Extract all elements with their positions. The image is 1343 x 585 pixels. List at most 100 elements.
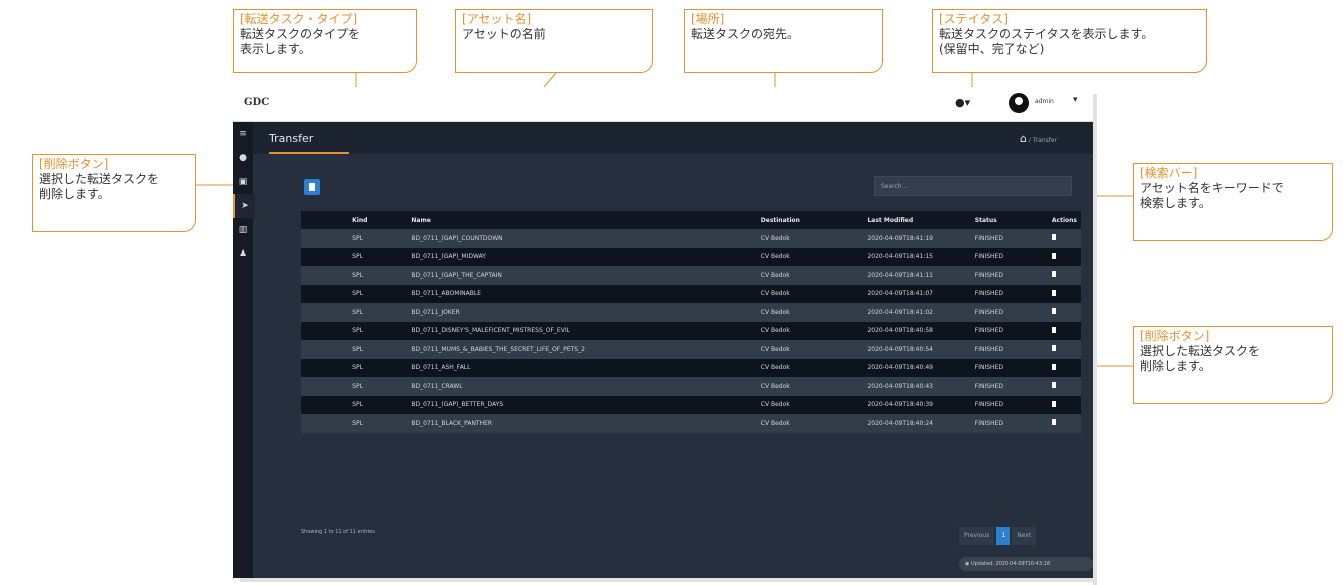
callout-status: [ステイタス] 転送タスクのステイタスを表示します。 (保留中、完了など) (932, 9, 1207, 73)
clock-icon[interactable]: ● (233, 146, 253, 170)
table-row[interactable]: SPL BD_0711_BLACK_PANTHER CV Bedok 2020-04-… (301, 414, 1081, 433)
cell-last-modified: 2020-04-09T18:40:24 (863, 414, 971, 433)
cell-destination: CV Bedok (756, 266, 864, 285)
cell-actions (1047, 340, 1081, 359)
table-header-row: Kind Name Destination Last Modified Stat… (301, 211, 1081, 229)
cell-name: BD_0711_JOKER (407, 303, 757, 322)
table-row[interactable]: SPL BD_0711_CRAWL CV Bedok 2020-04-09T18:40… (301, 377, 1081, 396)
cell-actions (1047, 321, 1081, 340)
trash-icon[interactable] (1051, 234, 1056, 241)
table-row[interactable]: SPL BD_0711_(GAP)_THE_CAPTAIN CV Bedok 2020… (301, 266, 1081, 285)
callout-delete-right-title: [削除ボタン] (1140, 329, 1210, 343)
building-icon[interactable]: ▥ (233, 218, 253, 242)
cell-last-modified: 2020-04-09T18:40:39 (863, 395, 971, 414)
cell-status: FINISHED (970, 284, 1048, 303)
cell-kind: SPL (348, 321, 408, 340)
callout-kind: [転送タスク・タイプ] 転送タスクのタイプを 表示します。 (233, 9, 417, 73)
cell-kind: SPL (348, 377, 408, 396)
user-icon[interactable]: ♟ (233, 242, 253, 266)
cell-destination: CV Bedok (756, 284, 864, 303)
cell-name: BD_0711_DISNEY'S_MALEFICENT_MISTRESS_OF_… (407, 321, 757, 340)
trash-icon[interactable] (1051, 252, 1056, 259)
cell-kind: SPL (348, 303, 408, 322)
sidebar: ≡ ● ▣ ➤ ▥ ♟ (233, 122, 255, 578)
cell-actions (1047, 229, 1081, 248)
title-underline (269, 152, 349, 154)
cell-destination: CV Bedok (756, 303, 864, 322)
pagination: Previous 1 Next (959, 527, 1038, 545)
cell-last-modified: 2020-04-09T18:40:49 (863, 358, 971, 377)
table-row[interactable]: SPL BD_0711_ASH_FALL CV Bedok 2020-04-09T18… (301, 358, 1081, 377)
trash-icon[interactable] (1051, 326, 1056, 333)
cell-kind: SPL (348, 229, 408, 248)
header-destination[interactable]: Destination (756, 211, 864, 229)
next-button[interactable]: Next (1012, 527, 1037, 545)
table-row[interactable]: SPL BD_0711_MUMS_&_BABIES_THE_SECRET_LIFE… (301, 340, 1081, 359)
gdc-logo: GDC (244, 97, 270, 108)
cell-destination: CV Bedok (756, 395, 864, 414)
app-window: GDC ●▾ admin ▾ ≡ ● ▣ ➤ ▥ ♟ Transfer ⌂ / … (233, 87, 1093, 578)
previous-button[interactable]: Previous (959, 527, 995, 545)
cell-name: BD_0711_(GAP)_THE_CAPTAIN (407, 266, 757, 285)
page-title: Transfer (269, 132, 314, 145)
trash-icon[interactable] (1051, 308, 1056, 315)
cell-status: FINISHED (970, 414, 1048, 433)
delete-button[interactable] (304, 179, 320, 195)
help-icon[interactable]: ●▾ (955, 96, 970, 109)
cell-last-modified: 2020-04-09T18:41:02 (863, 303, 971, 322)
header-name[interactable]: Name (407, 211, 757, 229)
user-avatar-icon[interactable] (1009, 93, 1029, 113)
cell-kind: SPL (348, 247, 408, 266)
callout-status-title: [ステイタス] (939, 12, 1008, 26)
callout-search: [検索バー] アセット名をキーワードで 検索します。 (1133, 163, 1333, 241)
chevron-down-icon[interactable]: ▾ (1073, 95, 1078, 105)
user-name[interactable]: admin (1035, 98, 1054, 105)
row-checkbox-cell (301, 303, 349, 322)
menu-icon[interactable]: ≡ (233, 122, 253, 146)
window-shadow (1093, 94, 1097, 585)
row-checkbox-cell (301, 340, 349, 359)
callout-destination: [場所] 転送タスクの宛先。 (684, 9, 883, 73)
table-row[interactable]: SPL BD_0711_(GAP)_COUNTDOWN CV Bedok 2020-0… (301, 229, 1081, 248)
row-checkbox-cell (301, 229, 349, 248)
callout-name-line: アセットの名前 (462, 27, 546, 41)
film-icon[interactable]: ▣ (233, 170, 253, 194)
page-1-button[interactable]: 1 (996, 527, 1011, 545)
cell-actions (1047, 414, 1081, 433)
callout-destination-title: [場所] (691, 12, 725, 26)
callout-kind-line: 表示します。 (240, 42, 311, 56)
cell-last-modified: 2020-04-09T18:40:58 (863, 321, 971, 340)
home-icon[interactable]: ⌂ (1020, 132, 1027, 145)
cell-name: BD_0711_ASH_FALL (407, 358, 757, 377)
search-input[interactable]: Search... (874, 176, 1072, 196)
trash-icon[interactable] (1051, 382, 1056, 389)
table-row[interactable]: SPL BD_0711_JOKER CV Bedok 2020-04-09T18:41… (301, 303, 1081, 322)
send-icon[interactable]: ➤ (233, 194, 255, 218)
header-status[interactable]: Status (970, 211, 1048, 229)
updated-badge: ◉ Updated: 2020-04-09T10:43:18 (959, 557, 1093, 571)
table-row[interactable]: SPL BD_0711_ABOMINABLE CV Bedok 2020-04-09T… (301, 284, 1081, 303)
trash-icon[interactable] (1051, 363, 1056, 370)
header-last-modified[interactable]: Last Modified (863, 211, 971, 229)
callout-search-line: 検索します。 (1140, 196, 1211, 210)
cell-last-modified: 2020-04-09T18:40:54 (863, 340, 971, 359)
window-shadow (240, 578, 1097, 582)
breadcrumb: ⌂ / Transfer (1020, 132, 1057, 145)
trash-icon[interactable] (1051, 419, 1056, 426)
header-kind[interactable]: Kind (348, 211, 408, 229)
table-row[interactable]: SPL BD_0711_(GAP)_MIDWAY CV Bedok 2020-04-0… (301, 247, 1081, 266)
cell-name: BD_0711_ABOMINABLE (407, 284, 757, 303)
row-checkbox-cell (301, 414, 349, 433)
trash-icon[interactable] (1051, 400, 1056, 407)
cell-name: BD_0711_(GAP)_MIDWAY (407, 247, 757, 266)
callout-destination-line: 転送タスクの宛先。 (691, 27, 800, 41)
trash-icon[interactable] (1051, 289, 1056, 296)
trash-icon[interactable] (1051, 271, 1056, 278)
callout-delete-left: [削除ボタン] 選択した転送タスクを 削除します。 (32, 154, 196, 232)
table-row[interactable]: SPL BD_0711_(GAP)_BETTER_DAYS CV Bedok 2020… (301, 395, 1081, 414)
cell-name: BD_0711_(GAP)_COUNTDOWN (407, 229, 757, 248)
callout-delete-left-line: 削除します。 (39, 187, 110, 201)
header-checkbox[interactable] (301, 211, 349, 229)
trash-icon[interactable] (1051, 345, 1056, 352)
table-row[interactable]: SPL BD_0711_DISNEY'S_MALEFICENT_MISTRESS_… (301, 321, 1081, 340)
